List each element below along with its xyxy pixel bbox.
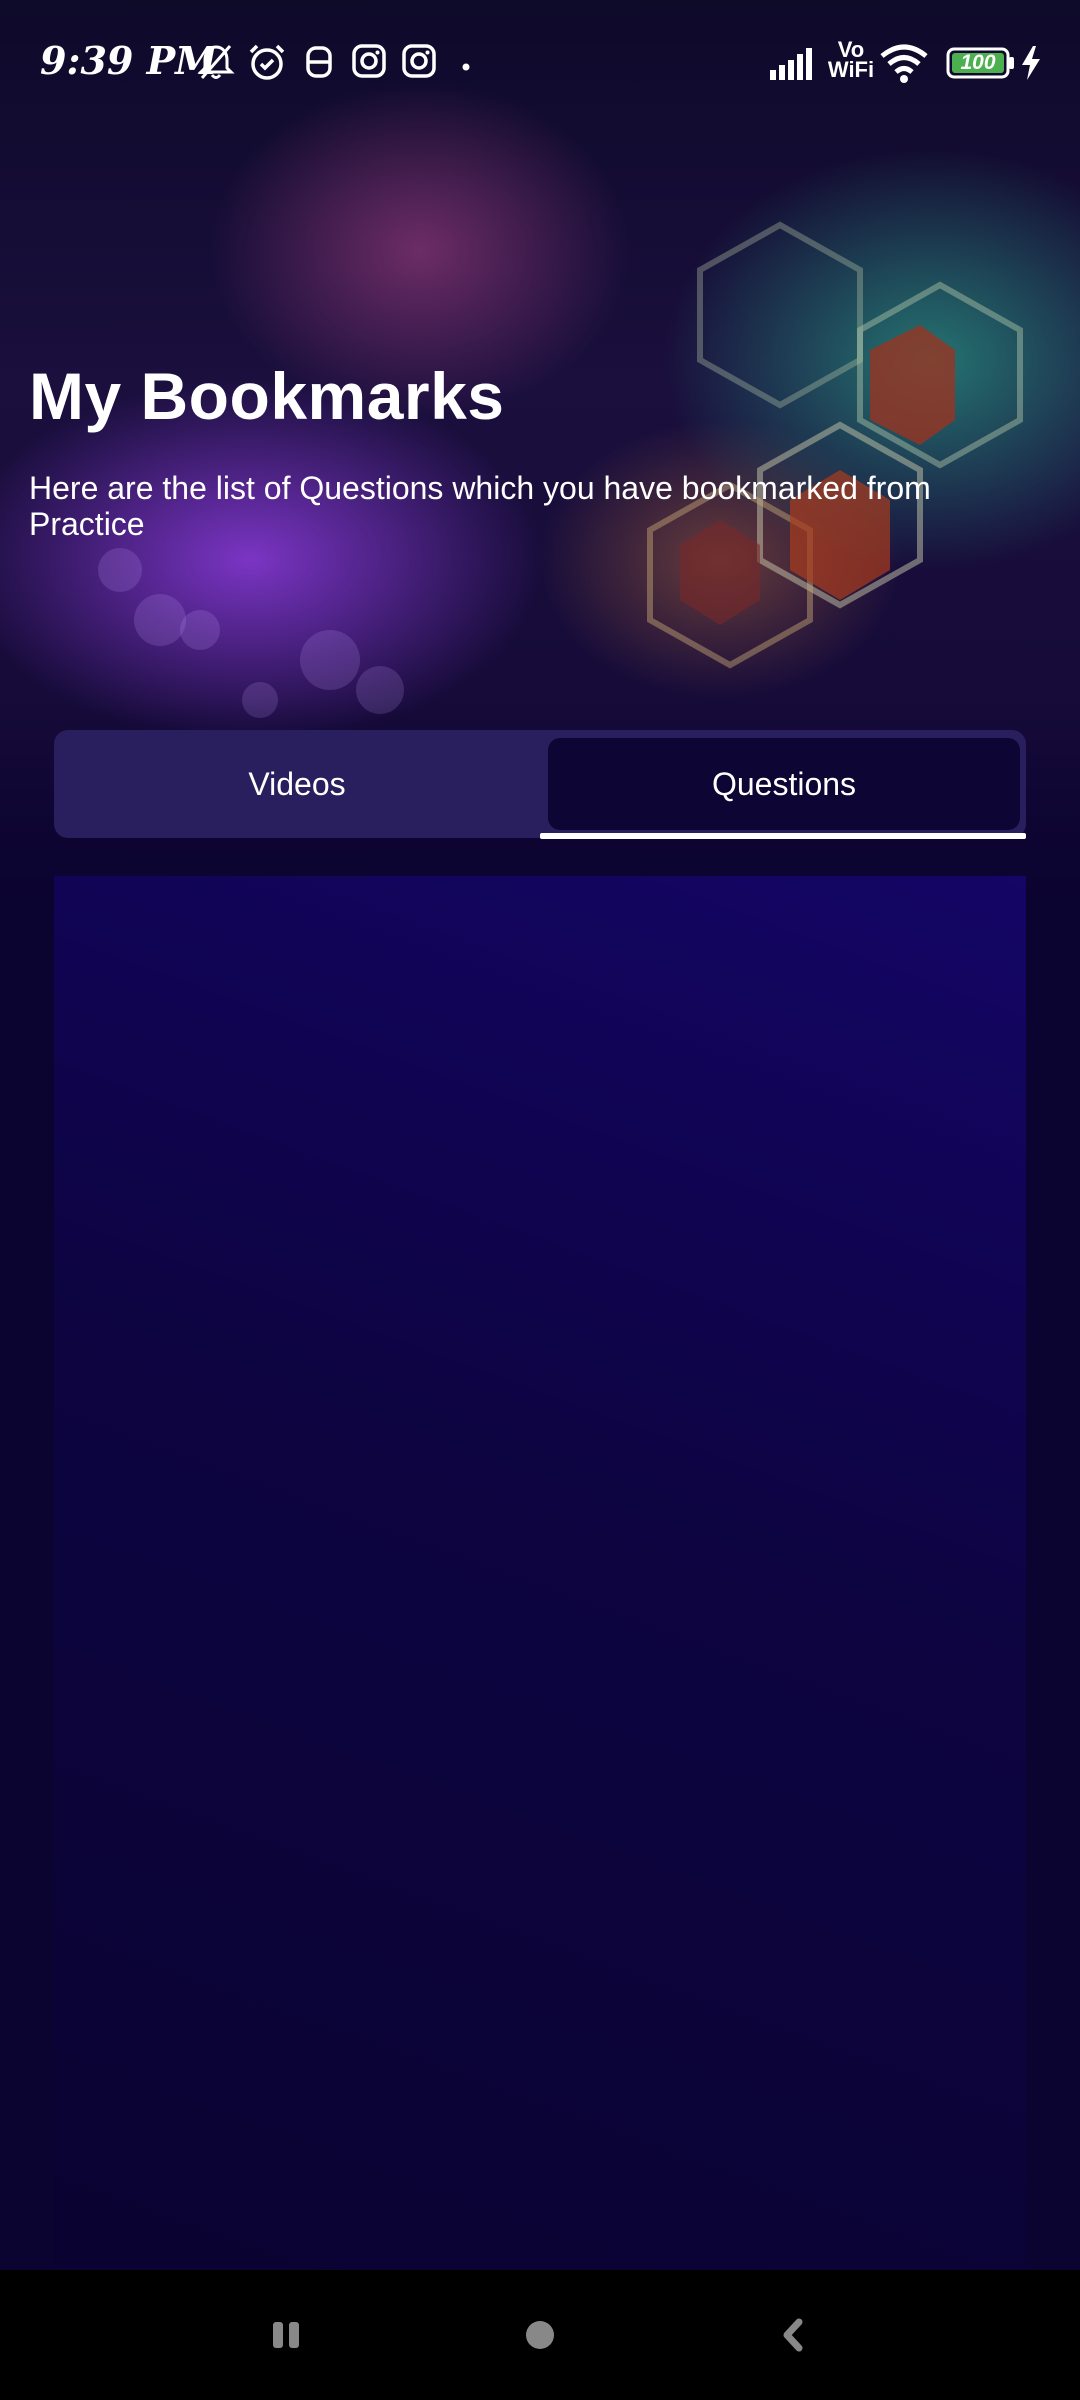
battery-icon: 100: [946, 47, 1016, 84]
selected-tab-indicator: [540, 833, 1026, 839]
page-title: My Bookmarks: [29, 359, 505, 433]
home-button[interactable]: [505, 2300, 575, 2370]
vowifi-icon: Vo WiFi: [826, 39, 876, 82]
wifi-icon: [880, 44, 928, 89]
charging-icon: [1020, 46, 1042, 85]
vowifi-label-bottom: WiFi: [827, 57, 875, 82]
instagram-icon: [350, 42, 388, 85]
tab-videos[interactable]: Videos: [54, 730, 540, 838]
back-icon: [783, 2318, 803, 2352]
recents-icon: [273, 2322, 299, 2348]
bookmarks-list-panel[interactable]: [54, 876, 1026, 2268]
battery-level: 100: [960, 51, 996, 74]
recents-button[interactable]: [252, 2300, 322, 2370]
signal-icon: [770, 46, 818, 85]
status-bar: 9:39 PM Vo WiFi 100: [0, 0, 1080, 130]
home-icon: [526, 2321, 554, 2349]
status-time: 9:39 PM: [40, 38, 218, 83]
back-button[interactable]: [758, 2300, 828, 2370]
app-notification-icon: [301, 42, 337, 87]
tab-questions[interactable]: Questions: [548, 738, 1020, 830]
instagram-icon: [400, 42, 438, 85]
tab-questions-label: Questions: [711, 765, 857, 802]
tab-videos-label: Videos: [248, 765, 346, 802]
dot-icon: [462, 58, 470, 76]
bell-off-icon: [196, 42, 236, 87]
alarm-icon: [247, 42, 287, 87]
page-subtitle: Here are the list of Questions which you…: [29, 470, 931, 542]
bookmark-tabs: Videos Questions: [54, 730, 1026, 838]
navigation-bar: [0, 2270, 1080, 2400]
